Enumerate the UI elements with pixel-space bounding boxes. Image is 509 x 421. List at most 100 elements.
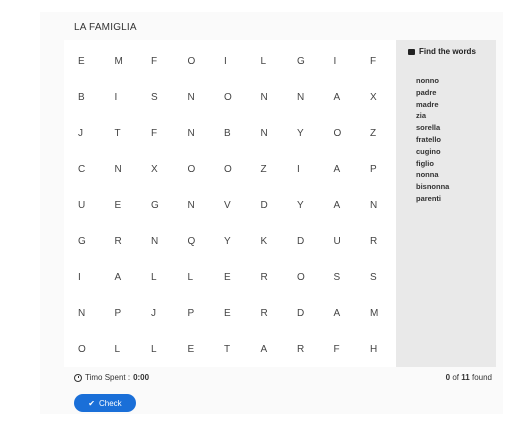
grid-cell[interactable]: O	[221, 152, 258, 188]
word-item: figlio	[416, 158, 434, 168]
grid-cell[interactable]: E	[112, 188, 149, 224]
grid-cell[interactable]: O	[221, 80, 258, 116]
grid-cell[interactable]: V	[221, 188, 258, 224]
grid-cell[interactable]: A	[331, 152, 368, 188]
grid-cell[interactable]: T	[221, 332, 258, 368]
grid-cell[interactable]: N	[294, 80, 331, 116]
grid-cell[interactable]: O	[75, 332, 112, 368]
grid-cell[interactable]: N	[258, 116, 295, 152]
grid-cell[interactable]: Y	[294, 188, 331, 224]
grid-cell[interactable]: J	[75, 116, 112, 152]
check-label: Check	[99, 398, 122, 408]
grid-cell[interactable]: A	[112, 260, 149, 296]
word-item: bisnonna	[416, 182, 450, 192]
grid-cell[interactable]: J	[148, 296, 185, 332]
grid-cell[interactable]: R	[258, 260, 295, 296]
grid-cell[interactable]: I	[75, 260, 112, 296]
grid-cell[interactable]: S	[331, 260, 368, 296]
word-list: nonno padre madre zia sorella fratello cugino f…	[416, 75, 449, 205]
grid-cell[interactable]: N	[148, 224, 185, 260]
book-icon	[408, 48, 415, 55]
grid-cell[interactable]: F	[148, 116, 185, 152]
letter-grid[interactable]: EMFOILGIFBISNONNAXJTFNBNYOZCNXOOZIAPUEGN…	[75, 44, 404, 368]
word-item: sorella	[416, 123, 441, 133]
word-item: fratello	[416, 134, 442, 144]
check-button[interactable]: ✔ Check	[74, 394, 136, 412]
grid-cell[interactable]: L	[148, 332, 185, 368]
word-item: padre	[416, 87, 437, 97]
grid-cell[interactable]: B	[75, 80, 112, 116]
grid-cell[interactable]: A	[258, 332, 295, 368]
grid-cell[interactable]: O	[331, 116, 368, 152]
grid-cell[interactable]: O	[185, 152, 222, 188]
grid-cell[interactable]: N	[185, 116, 222, 152]
word-item: parenti	[416, 193, 442, 203]
grid-cell[interactable]: O	[294, 260, 331, 296]
grid-cell[interactable]: L	[112, 332, 149, 368]
grid-cell[interactable]: F	[331, 332, 368, 368]
sidebar-heading-text: Find the words	[419, 47, 476, 56]
grid-cell[interactable]: D	[294, 224, 331, 260]
word-item: nonna	[416, 170, 439, 180]
grid-cell[interactable]: Y	[221, 224, 258, 260]
found-count: 0	[445, 373, 451, 382]
grid-cell[interactable]: R	[258, 296, 295, 332]
grid-cell[interactable]: S	[148, 80, 185, 116]
grid-cell[interactable]: Q	[185, 224, 222, 260]
grid-cell[interactable]: M	[112, 44, 149, 80]
word-item: cugino	[416, 146, 441, 156]
grid-cell[interactable]: A	[331, 188, 368, 224]
grid-cell[interactable]: I	[331, 44, 368, 80]
grid-cell[interactable]: E	[221, 296, 258, 332]
grid-cell[interactable]: U	[75, 188, 112, 224]
grid-cell[interactable]: C	[75, 152, 112, 188]
grid-cell[interactable]: Z	[258, 152, 295, 188]
grid-cell[interactable]: T	[112, 116, 149, 152]
grid-cell[interactable]: I	[294, 152, 331, 188]
check-icon: ✔	[88, 398, 95, 408]
grid-cell[interactable]: P	[185, 296, 222, 332]
time-value: 0:00	[133, 373, 150, 382]
grid-cell[interactable]: N	[185, 80, 222, 116]
grid-cell[interactable]: E	[185, 332, 222, 368]
grid-cell[interactable]: N	[75, 296, 112, 332]
grid-cell[interactable]: K	[258, 224, 295, 260]
grid-cell[interactable]: R	[112, 224, 149, 260]
grid-cell[interactable]: G	[294, 44, 331, 80]
time-spent: Timo Spent : 0:00	[74, 373, 149, 382]
grid-cell[interactable]: G	[75, 224, 112, 260]
word-item: zia	[416, 111, 427, 121]
found-suffix: found	[471, 373, 492, 382]
grid-cell[interactable]: I	[221, 44, 258, 80]
grid-cell[interactable]: L	[258, 44, 295, 80]
word-item: nonno	[416, 76, 439, 85]
grid-cell[interactable]: F	[148, 44, 185, 80]
sidebar-heading: Find the words	[408, 47, 476, 56]
grid-cell[interactable]: E	[221, 260, 258, 296]
found-counter: 0 of 11 found	[446, 373, 492, 382]
grid-cell[interactable]: Y	[294, 116, 331, 152]
grid-cell[interactable]: L	[148, 260, 185, 296]
grid-cell[interactable]: X	[148, 152, 185, 188]
grid-cell[interactable]: I	[112, 80, 149, 116]
found-mid: of	[452, 373, 460, 382]
grid-cell[interactable]: L	[185, 260, 222, 296]
grid-cell[interactable]: A	[331, 80, 368, 116]
grid-cell[interactable]: P	[112, 296, 149, 332]
grid-cell[interactable]: N	[112, 152, 149, 188]
word-item: madre	[416, 99, 439, 109]
grid-cell[interactable]: B	[221, 116, 258, 152]
grid-cell[interactable]: R	[294, 332, 331, 368]
grid-cell[interactable]: A	[331, 296, 368, 332]
grid-cell[interactable]: O	[185, 44, 222, 80]
found-total: 11	[461, 373, 470, 382]
grid-cell[interactable]: D	[258, 188, 295, 224]
grid-cell[interactable]: E	[75, 44, 112, 80]
clock-icon	[74, 373, 82, 382]
time-label: Timo Spent :	[85, 373, 131, 382]
grid-cell[interactable]: D	[294, 296, 331, 332]
grid-cell[interactable]: N	[258, 80, 295, 116]
grid-cell[interactable]: G	[148, 188, 185, 224]
grid-cell[interactable]: N	[185, 188, 222, 224]
grid-cell[interactable]: U	[331, 224, 368, 260]
